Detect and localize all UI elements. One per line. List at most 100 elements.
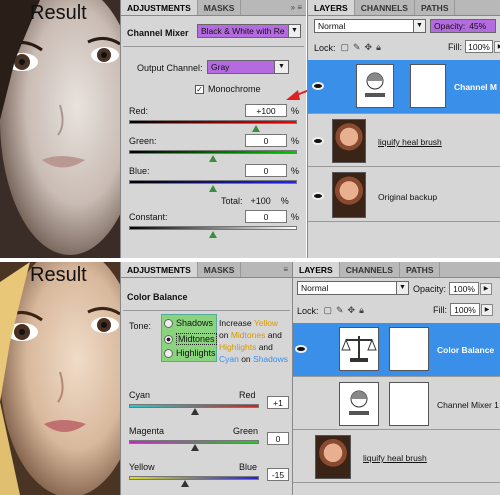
lock-icons[interactable]: ▢✎✥🔒︎ [341,42,385,53]
hint-highlight: Yellow [253,318,279,328]
hint-highlight: Shadows [253,354,288,364]
hint-text: Increase [219,318,254,328]
cyan-red-value-input[interactable]: +1 [267,396,289,409]
eye-icon[interactable] [312,192,324,200]
layer-row-channel-mixer[interactable]: Channel Mixer 1 [293,378,500,430]
layer-row-liquify[interactable]: liquify heal brush [293,431,500,483]
magenta-green-value-input[interactable]: 0 [267,432,289,445]
blue-value-input[interactable]: 0 [245,164,287,177]
constant-slider-track[interactable] [129,226,297,230]
opacity-field[interactable]: Opacity: 45% [430,19,496,33]
total-label: Total: [221,196,243,206]
layer-name[interactable]: Channel Mixer 1 [437,400,499,410]
eye-icon[interactable] [295,345,307,353]
blend-mode-select[interactable]: Normal [314,19,414,33]
blue-slider-track[interactable] [129,180,297,184]
fill-arrow-icon[interactable]: ▶ [481,303,493,316]
blend-mode-dropdown-icon[interactable]: ▼ [414,19,426,33]
tab-adjustments[interactable]: ADJUSTMENTS [121,0,198,15]
tab-layers[interactable]: LAYERS [293,262,340,277]
blend-mode-dropdown-icon[interactable]: ▼ [397,281,409,295]
layer-mask-thumbnail [410,64,446,108]
green-slider-thumb[interactable] [209,155,217,162]
color-balance-icon [339,327,379,371]
layer-thumbnail [332,119,366,163]
shadows-label: Shadows [176,318,214,328]
highlights-radio[interactable] [164,348,173,358]
opacity-value: 45% [469,21,487,31]
tab-paths[interactable]: PATHS [415,0,456,15]
preset-dropdown-icon[interactable]: ▼ [289,24,301,38]
yellow-blue-slider-track[interactable] [129,476,259,480]
lock-label: Lock: [314,42,336,53]
midtones-label: Midtones [176,333,217,345]
hint-text: on [219,330,231,340]
layer-thumbnail [332,172,366,218]
layer-row-color-balance[interactable]: Color Balance [293,323,500,377]
adjustments-tabs: ADJUSTMENTS MASKS » ≡ [121,0,306,16]
output-channel-select[interactable]: Gray [207,60,275,74]
tab-paths[interactable]: PATHS [400,262,441,277]
fill-value-input[interactable]: 100% [450,303,480,316]
layers-tabs: LAYERS CHANNELS PATHS [293,262,500,278]
constant-percent: % [291,212,300,222]
layer-mask-thumbnail [389,382,429,426]
lock-icons[interactable]: ▢✎✥🔒︎ [324,305,368,316]
bottom-screenshot: Result ADJUSTMENTS MASKS ≡ Color Balance… [0,262,500,495]
shadows-radio[interactable] [164,318,173,328]
monochrome-label: Monochrome [208,84,261,94]
layer-row-original-backup[interactable]: Original backup [308,168,500,222]
blend-mode-select[interactable]: Normal [297,281,397,295]
top-screenshot: Result ADJUSTMENTS MASKS » ≡ Channel Mix… [0,0,500,260]
green-percent: % [291,136,300,146]
layer-name[interactable]: Channel M [454,82,497,92]
constant-value-input[interactable]: 0 [245,210,287,223]
layer-name[interactable]: liquify heal brush [378,137,442,147]
adjustment-title: Color Balance [127,292,188,302]
hint-highlight: Midtones [230,330,266,340]
magenta-green-slider-thumb[interactable] [191,444,199,451]
midtones-radio[interactable] [164,334,173,344]
red-slider-thumb[interactable] [252,125,260,132]
tab-masks[interactable]: MASKS [198,262,242,277]
fill-label: Fill: [433,304,447,315]
yellow-label: Yellow [129,462,155,472]
tab-channels[interactable]: CHANNELS [355,0,415,15]
panel-menu-icon[interactable]: » ≡ [291,3,302,12]
layers-panel: LAYERS CHANNELS PATHS Normal ▼ Opacity: … [292,262,500,495]
layer-row-liquify[interactable]: liquify heal brush [308,115,500,167]
monochrome-checkbox[interactable]: ✓ [195,84,204,94]
opacity-arrow-icon[interactable]: ▶ [480,282,493,295]
tab-masks[interactable]: MASKS [198,0,242,15]
eye-icon[interactable] [312,82,324,90]
panel-menu-icon[interactable]: ≡ [283,265,288,274]
cyan-red-slider-thumb[interactable] [191,408,199,415]
fill-value-input[interactable]: 100% [465,40,493,53]
adjustments-panel: ADJUSTMENTS MASKS ≡ Color Balance Tone: … [120,262,292,495]
eye-icon[interactable] [312,137,324,145]
opacity-value-input[interactable]: 100% [449,282,480,295]
fill-arrow-icon[interactable]: ▶ [494,40,500,53]
highlights-label: Highlights [176,348,216,358]
layer-row-channel-mixer[interactable]: Channel M [308,60,500,114]
yellow-blue-value-input[interactable]: -15 [267,468,289,481]
tab-layers[interactable]: LAYERS [308,0,355,15]
output-channel-label: Output Channel: [137,63,203,73]
constant-slider-thumb[interactable] [209,231,217,238]
preset-select[interactable]: Black & White with Re [197,24,289,38]
red-slider-track[interactable] [129,120,297,124]
layer-mask-thumbnail [389,327,429,371]
green-value-input[interactable]: 0 [245,134,287,147]
layers-panel: LAYERS CHANNELS PATHS Normal ▼ Opacity: … [307,0,500,260]
green-label: Green [233,426,259,436]
blue-slider-thumb[interactable] [209,185,217,192]
green-label: Green: [129,136,157,146]
green-slider-track[interactable] [129,150,297,154]
tab-channels[interactable]: CHANNELS [340,262,400,277]
layer-name[interactable]: Color Balance [437,345,494,355]
yellow-blue-slider-thumb[interactable] [181,480,189,487]
layer-name[interactable]: liquify heal brush [363,453,427,463]
output-channel-dropdown-icon[interactable]: ▼ [275,60,289,74]
layer-name[interactable]: Original backup [378,192,437,202]
tab-adjustments[interactable]: ADJUSTMENTS [121,262,198,277]
